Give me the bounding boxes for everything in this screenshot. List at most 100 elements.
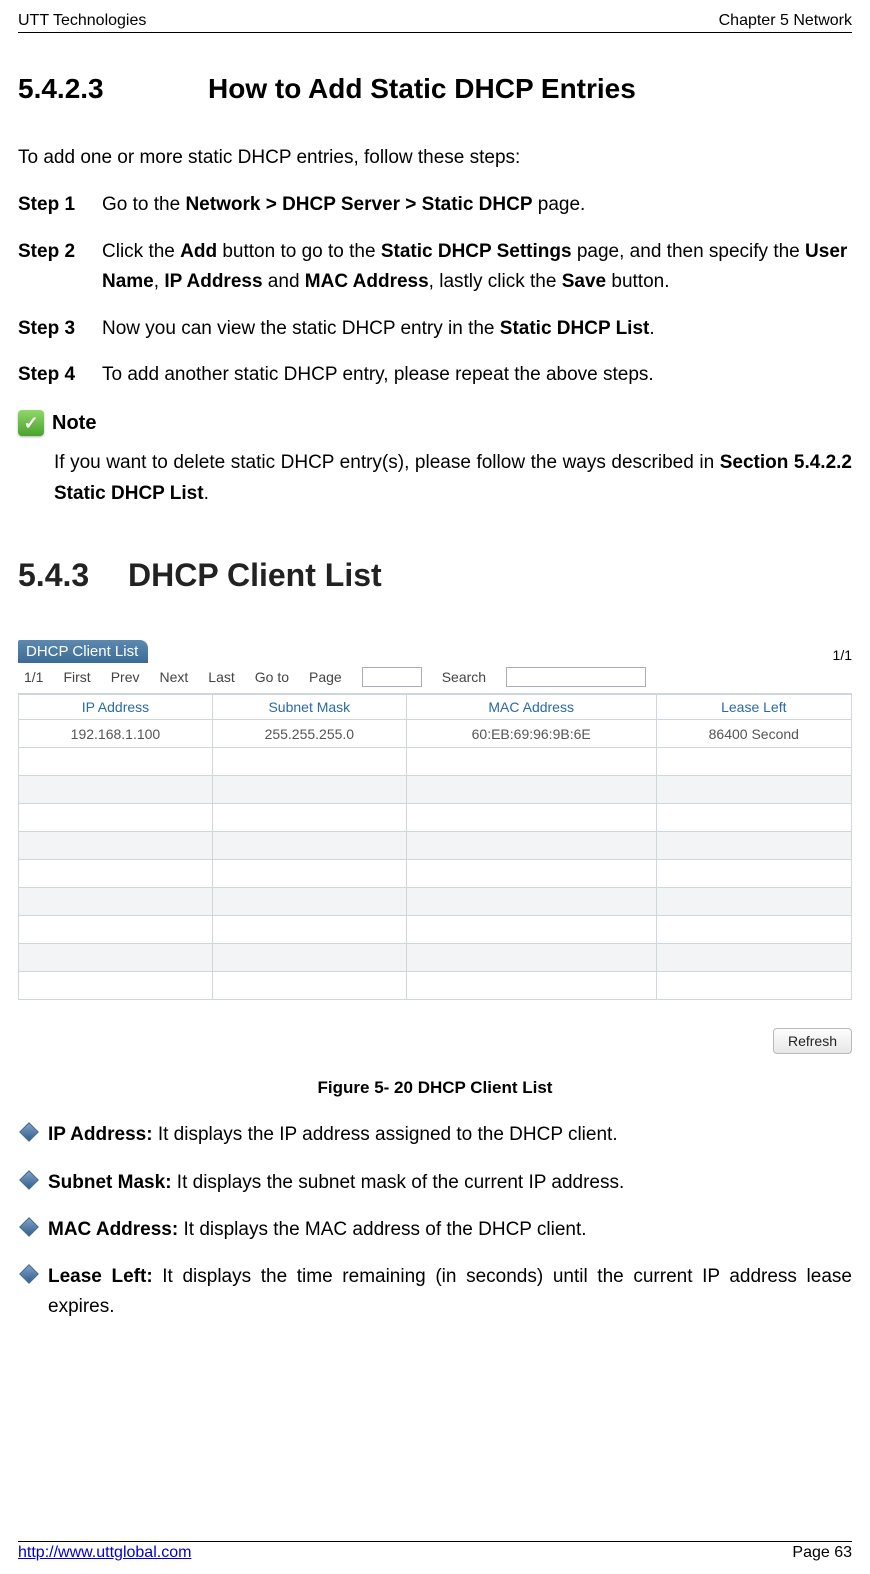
col-header: Subnet Mask — [212, 695, 406, 720]
table-cell — [656, 944, 851, 972]
refresh-button[interactable]: Refresh — [773, 1028, 852, 1054]
table-cell — [406, 972, 656, 1000]
table-row — [19, 972, 852, 1000]
bullet-text: Subnet Mask: It displays the subnet mask… — [48, 1168, 852, 1197]
table-cell — [656, 888, 851, 916]
table-cell — [656, 804, 851, 832]
col-header: MAC Address — [406, 695, 656, 720]
bullet-text: IP Address: It displays the IP address a… — [48, 1120, 852, 1149]
table-cell — [19, 748, 213, 776]
dhcp-client-list-figure: DHCP Client List 1/1 1/1 First Prev Next… — [18, 640, 852, 1054]
step-label: Step 3 — [18, 314, 102, 344]
table-cell — [212, 860, 406, 888]
note-label: Note — [52, 412, 96, 435]
table-cell — [19, 944, 213, 972]
step-label: Step 4 — [18, 360, 102, 390]
footer-url[interactable]: http://www.uttglobal.com — [18, 1544, 191, 1562]
table-cell — [406, 804, 656, 832]
pager-last[interactable]: Last — [208, 669, 234, 685]
table-cell — [656, 916, 851, 944]
pager-prev[interactable]: Prev — [111, 669, 140, 685]
bullet-item: Subnet Mask: It displays the subnet mask… — [18, 1168, 852, 1197]
table-row — [19, 832, 852, 860]
table-cell — [19, 860, 213, 888]
table-row — [19, 916, 852, 944]
table-cell: 255.255.255.0 — [212, 720, 406, 748]
col-header: Lease Left — [656, 695, 851, 720]
table-cell — [19, 916, 213, 944]
pager-goto-label: Go to — [255, 669, 289, 685]
diamond-icon — [19, 1217, 39, 1237]
pager-row: 1/1 First Prev Next Last Go to Page Sear… — [18, 663, 852, 694]
pager-first[interactable]: First — [63, 669, 90, 685]
table-cell: 192.168.1.100 — [19, 720, 213, 748]
table-cell — [19, 776, 213, 804]
table-cell — [212, 944, 406, 972]
bullet-item: Lease Left: It displays the time remaini… — [18, 1262, 852, 1321]
table-cell — [212, 916, 406, 944]
intro-paragraph: To add one or more static DHCP entries, … — [18, 143, 852, 172]
table-cell — [656, 972, 851, 1000]
step-label: Step 2 — [18, 237, 102, 298]
section-title: How to Add Static DHCP Entries — [208, 73, 636, 105]
table-cell — [406, 860, 656, 888]
table-cell: 86400 Second — [656, 720, 851, 748]
diamond-icon — [19, 1170, 39, 1190]
pager-page-label: Page — [309, 669, 342, 685]
table-cell — [406, 916, 656, 944]
bullet-text: Lease Left: It displays the time remaini… — [48, 1262, 852, 1321]
section2-heading: 5.4.3 DHCP Client List — [18, 557, 852, 594]
dhcp-table: IP AddressSubnet MaskMAC AddressLease Le… — [18, 694, 852, 1000]
table-cell — [656, 832, 851, 860]
pager-search-label: Search — [442, 669, 486, 685]
step-body: Now you can view the static DHCP entry i… — [102, 314, 852, 344]
table-cell — [212, 804, 406, 832]
table-cell — [212, 748, 406, 776]
pager-search-input[interactable] — [506, 667, 646, 687]
diamond-icon — [19, 1122, 39, 1142]
table-row: 192.168.1.100255.255.255.060:EB:69:96:9B… — [19, 720, 852, 748]
step-1: Step 1Go to the Network > DHCP Server > … — [18, 190, 852, 220]
step-body: Click the Add button to go to the Static… — [102, 237, 852, 298]
table-row — [19, 860, 852, 888]
note-body: If you want to delete static DHCP entry(… — [18, 448, 852, 509]
step-2: Step 2Click the Add button to go to the … — [18, 237, 852, 298]
table-cell — [19, 972, 213, 1000]
table-cell: 60:EB:69:96:9B:6E — [406, 720, 656, 748]
section-number: 5.4.2.3 — [18, 73, 208, 105]
table-row — [19, 944, 852, 972]
figure-caption: Figure 5- 20 DHCP Client List — [18, 1078, 852, 1098]
table-row — [19, 888, 852, 916]
step-3: Step 3Now you can view the static DHCP e… — [18, 314, 852, 344]
table-row — [19, 748, 852, 776]
table-cell — [19, 832, 213, 860]
pager-position: 1/1 — [24, 669, 43, 685]
table-row — [19, 804, 852, 832]
pager-next[interactable]: Next — [159, 669, 188, 685]
section-heading: 5.4.2.3 How to Add Static DHCP Entries — [18, 73, 852, 105]
page-footer: http://www.uttglobal.com Page 63 — [18, 1541, 852, 1562]
table-cell — [406, 832, 656, 860]
col-header: IP Address — [19, 695, 213, 720]
panel-title: DHCP Client List — [18, 640, 148, 663]
section2-number: 5.4.3 — [18, 557, 128, 594]
table-cell — [656, 776, 851, 804]
bullet-item: MAC Address: It displays the MAC address… — [18, 1215, 852, 1244]
step-4: Step 4To add another static DHCP entry, … — [18, 360, 852, 390]
table-cell — [406, 888, 656, 916]
table-cell — [656, 860, 851, 888]
check-icon: ✓ — [18, 410, 44, 436]
step-body: Go to the Network > DHCP Server > Static… — [102, 190, 852, 220]
step-label: Step 1 — [18, 190, 102, 220]
table-cell — [406, 748, 656, 776]
section2-title: DHCP Client List — [128, 557, 382, 594]
note-header: ✓ Note — [18, 410, 852, 436]
table-cell — [19, 804, 213, 832]
table-cell — [212, 832, 406, 860]
table-cell — [406, 776, 656, 804]
pager-page-input[interactable] — [362, 667, 422, 687]
bullet-text: MAC Address: It displays the MAC address… — [48, 1215, 852, 1244]
page-header: UTT Technologies Chapter 5 Network — [18, 12, 852, 33]
header-left: UTT Technologies — [18, 12, 146, 30]
bullet-item: IP Address: It displays the IP address a… — [18, 1120, 852, 1149]
